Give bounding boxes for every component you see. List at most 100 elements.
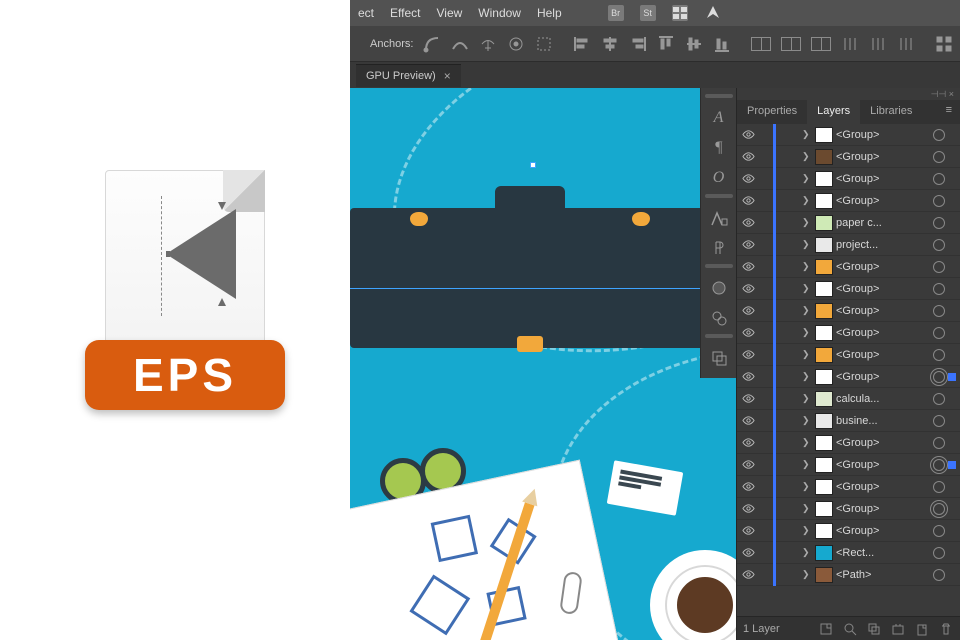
distribute-h3-icon[interactable]	[811, 34, 831, 54]
target-icon[interactable]	[933, 173, 945, 185]
layer-row[interactable]: ❯<Group>	[737, 476, 960, 498]
expand-chevron-icon[interactable]: ❯	[802, 261, 812, 272]
visibility-toggle-icon[interactable]	[741, 480, 755, 494]
target-icon[interactable]	[933, 239, 945, 251]
distribute-v2-icon[interactable]	[869, 34, 887, 54]
target-icon[interactable]	[933, 459, 945, 471]
layer-name[interactable]: paper c...	[836, 217, 930, 229]
menu-effect[interactable]: Effect	[390, 6, 420, 20]
distribute-h2-icon[interactable]	[781, 34, 801, 54]
visibility-toggle-icon[interactable]	[741, 436, 755, 450]
artboards-panel-icon[interactable]	[705, 344, 733, 372]
paragraph-panel-icon[interactable]: ¶	[705, 134, 733, 162]
visibility-toggle-icon[interactable]	[741, 128, 755, 142]
target-icon[interactable]	[933, 393, 945, 405]
target-icon[interactable]	[933, 371, 945, 383]
target-icon[interactable]	[933, 503, 945, 515]
locate-layer-icon[interactable]	[842, 621, 858, 637]
align-vcenter-icon[interactable]	[685, 34, 703, 54]
expand-chevron-icon[interactable]: ❯	[802, 239, 812, 250]
stock-icon[interactable]: St	[640, 5, 656, 21]
expand-chevron-icon[interactable]: ❯	[802, 569, 812, 580]
panel-menu-icon[interactable]: ≡	[938, 100, 960, 124]
target-icon[interactable]	[933, 327, 945, 339]
visibility-toggle-icon[interactable]	[741, 458, 755, 472]
layer-row[interactable]: ❯ <Group>	[737, 432, 960, 454]
locate-object-icon[interactable]	[818, 621, 834, 637]
document-tab[interactable]: GPU Preview) ×	[356, 64, 461, 87]
new-layer-icon[interactable]	[914, 621, 930, 637]
arrange-docs-icon[interactable]	[672, 5, 688, 21]
tab-layers[interactable]: Layers	[807, 100, 860, 124]
visibility-toggle-icon[interactable]	[741, 194, 755, 208]
layer-row[interactable]: ❯<Group>	[737, 300, 960, 322]
visibility-toggle-icon[interactable]	[741, 172, 755, 186]
layer-name[interactable]: <Group>	[836, 261, 930, 273]
expand-chevron-icon[interactable]: ❯	[802, 151, 812, 162]
visibility-toggle-icon[interactable]	[741, 568, 755, 582]
menu-select[interactable]: ect	[358, 6, 374, 20]
align-hcenter-icon[interactable]	[601, 34, 619, 54]
target-icon[interactable]	[933, 481, 945, 493]
expand-chevron-icon[interactable]: ❯	[802, 437, 812, 448]
target-icon[interactable]	[933, 151, 945, 163]
visibility-toggle-icon[interactable]	[741, 348, 755, 362]
expand-chevron-icon[interactable]: ❯	[802, 415, 812, 426]
layer-name[interactable]: <Group>	[836, 173, 930, 185]
layer-name[interactable]: <Rect...	[836, 547, 930, 559]
align-top-icon[interactable]	[657, 34, 675, 54]
gpu-rocket-icon[interactable]	[704, 3, 722, 24]
visibility-toggle-icon[interactable]	[741, 238, 755, 252]
target-icon[interactable]	[933, 415, 945, 427]
para-styles-panel-icon[interactable]	[705, 234, 733, 262]
expand-chevron-icon[interactable]: ❯	[802, 195, 812, 206]
expand-chevron-icon[interactable]: ❯	[802, 217, 812, 228]
rail-grip-icon[interactable]	[705, 264, 733, 268]
expand-chevron-icon[interactable]: ❯	[802, 371, 812, 382]
layer-row[interactable]: ❯<Group>	[737, 322, 960, 344]
tab-libraries[interactable]: Libraries	[860, 100, 922, 124]
expand-chevron-icon[interactable]: ❯	[802, 349, 812, 360]
align-left-icon[interactable]	[573, 34, 591, 54]
new-sublayer-icon[interactable]	[890, 621, 906, 637]
convert-smooth-icon[interactable]	[451, 34, 469, 54]
layer-row[interactable]: ❯ paper c...	[737, 212, 960, 234]
align-right-icon[interactable]	[629, 34, 647, 54]
menu-window[interactable]: Window	[478, 6, 521, 20]
char-styles-panel-icon[interactable]	[705, 204, 733, 232]
expand-chevron-icon[interactable]: ❯	[802, 173, 812, 184]
visibility-toggle-icon[interactable]	[741, 282, 755, 296]
target-icon[interactable]	[933, 569, 945, 581]
layer-row[interactable]: ❯<Group>	[737, 498, 960, 520]
menu-view[interactable]: View	[436, 6, 462, 20]
layer-row[interactable]: ❯<Group>	[737, 520, 960, 542]
visibility-toggle-icon[interactable]	[741, 150, 755, 164]
layer-row[interactable]: ❯<Group>	[737, 454, 960, 476]
expand-chevron-icon[interactable]: ❯	[802, 459, 812, 470]
layer-name[interactable]: <Group>	[836, 437, 930, 449]
layer-row[interactable]: ❯<Path>	[737, 564, 960, 586]
target-icon[interactable]	[933, 349, 945, 361]
layer-name[interactable]: <Group>	[836, 283, 930, 295]
expand-chevron-icon[interactable]: ❯	[802, 129, 812, 140]
rail-grip-icon[interactable]	[705, 194, 733, 198]
expand-chevron-icon[interactable]: ❯	[802, 481, 812, 492]
expand-chevron-icon[interactable]: ❯	[802, 283, 812, 294]
visibility-toggle-icon[interactable]	[741, 414, 755, 428]
layer-name[interactable]: <Group>	[836, 195, 930, 207]
rail-grip-icon[interactable]	[705, 334, 733, 338]
layer-name[interactable]: <Group>	[836, 305, 930, 317]
delete-layer-icon[interactable]	[938, 621, 954, 637]
cut-path-icon[interactable]	[535, 34, 553, 54]
visibility-toggle-icon[interactable]	[741, 304, 755, 318]
align-bottom-icon[interactable]	[713, 34, 731, 54]
target-icon[interactable]	[933, 129, 945, 141]
visibility-toggle-icon[interactable]	[741, 546, 755, 560]
expand-chevron-icon[interactable]: ❯	[802, 393, 812, 404]
visibility-toggle-icon[interactable]	[741, 524, 755, 538]
layer-name[interactable]: <Group>	[836, 525, 930, 537]
target-icon[interactable]	[933, 305, 945, 317]
layer-name[interactable]: <Group>	[836, 327, 930, 339]
graphic-styles-panel-icon[interactable]	[705, 304, 733, 332]
tab-properties[interactable]: Properties	[737, 100, 807, 124]
